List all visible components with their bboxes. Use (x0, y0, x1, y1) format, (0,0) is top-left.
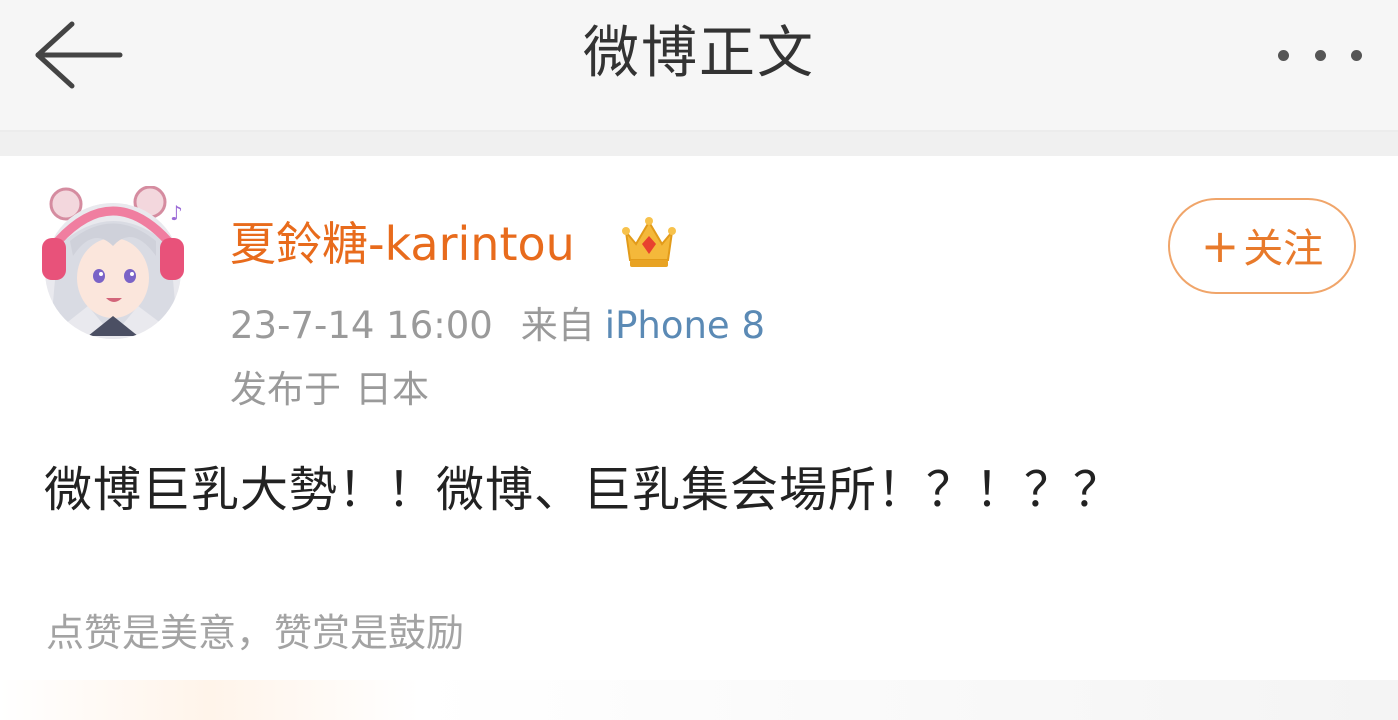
more-button[interactable] (1270, 30, 1370, 80)
source-prefix: 来自 (520, 304, 595, 347)
top-bar: 微博正文 (0, 0, 1398, 132)
svg-text:♪: ♪ (170, 201, 183, 225)
avatar-image: ♪ (42, 185, 184, 339)
plus-icon: + (1200, 219, 1240, 273)
follow-button[interactable]: + 关注 (1168, 198, 1356, 294)
avatar[interactable]: ♪ (38, 185, 188, 346)
weibo-post-page: 微博正文 ♪ 夏鈴糖-karintou 23-7-14 16:00 来自 iPh… (0, 0, 1398, 720)
crown-icon (620, 214, 678, 270)
author-name[interactable]: 夏鈴糖-karintou (230, 214, 575, 274)
post-location: 发布于 日本 (230, 366, 429, 414)
post-text: 微博巨乳大勢！！微博、巨乳集会場所！？！？？ (44, 462, 1123, 518)
more-dots-icon (1278, 49, 1289, 61)
location-prefix: 发布于 (230, 368, 341, 411)
more-dot (1351, 49, 1362, 61)
source-device-link[interactable]: iPhone 8 (605, 304, 765, 347)
cropped-content-strip (0, 680, 1398, 720)
section-divider (0, 132, 1398, 156)
post-timestamp: 23-7-14 16:00 (230, 304, 493, 347)
page-title: 微博正文 (583, 21, 815, 86)
post-card: ♪ 夏鈴糖-karintou 23-7-14 16:00 来自 iPhone 8 发… (0, 156, 1398, 720)
post-meta: 23-7-14 16:00 来自 iPhone 8 (230, 302, 765, 350)
more-dot (1314, 49, 1326, 61)
location-value: 日本 (355, 368, 429, 411)
follow-label: 关注 (1243, 226, 1324, 272)
reward-note: 点赞是美意，赞赏是鼓励 (46, 611, 465, 655)
